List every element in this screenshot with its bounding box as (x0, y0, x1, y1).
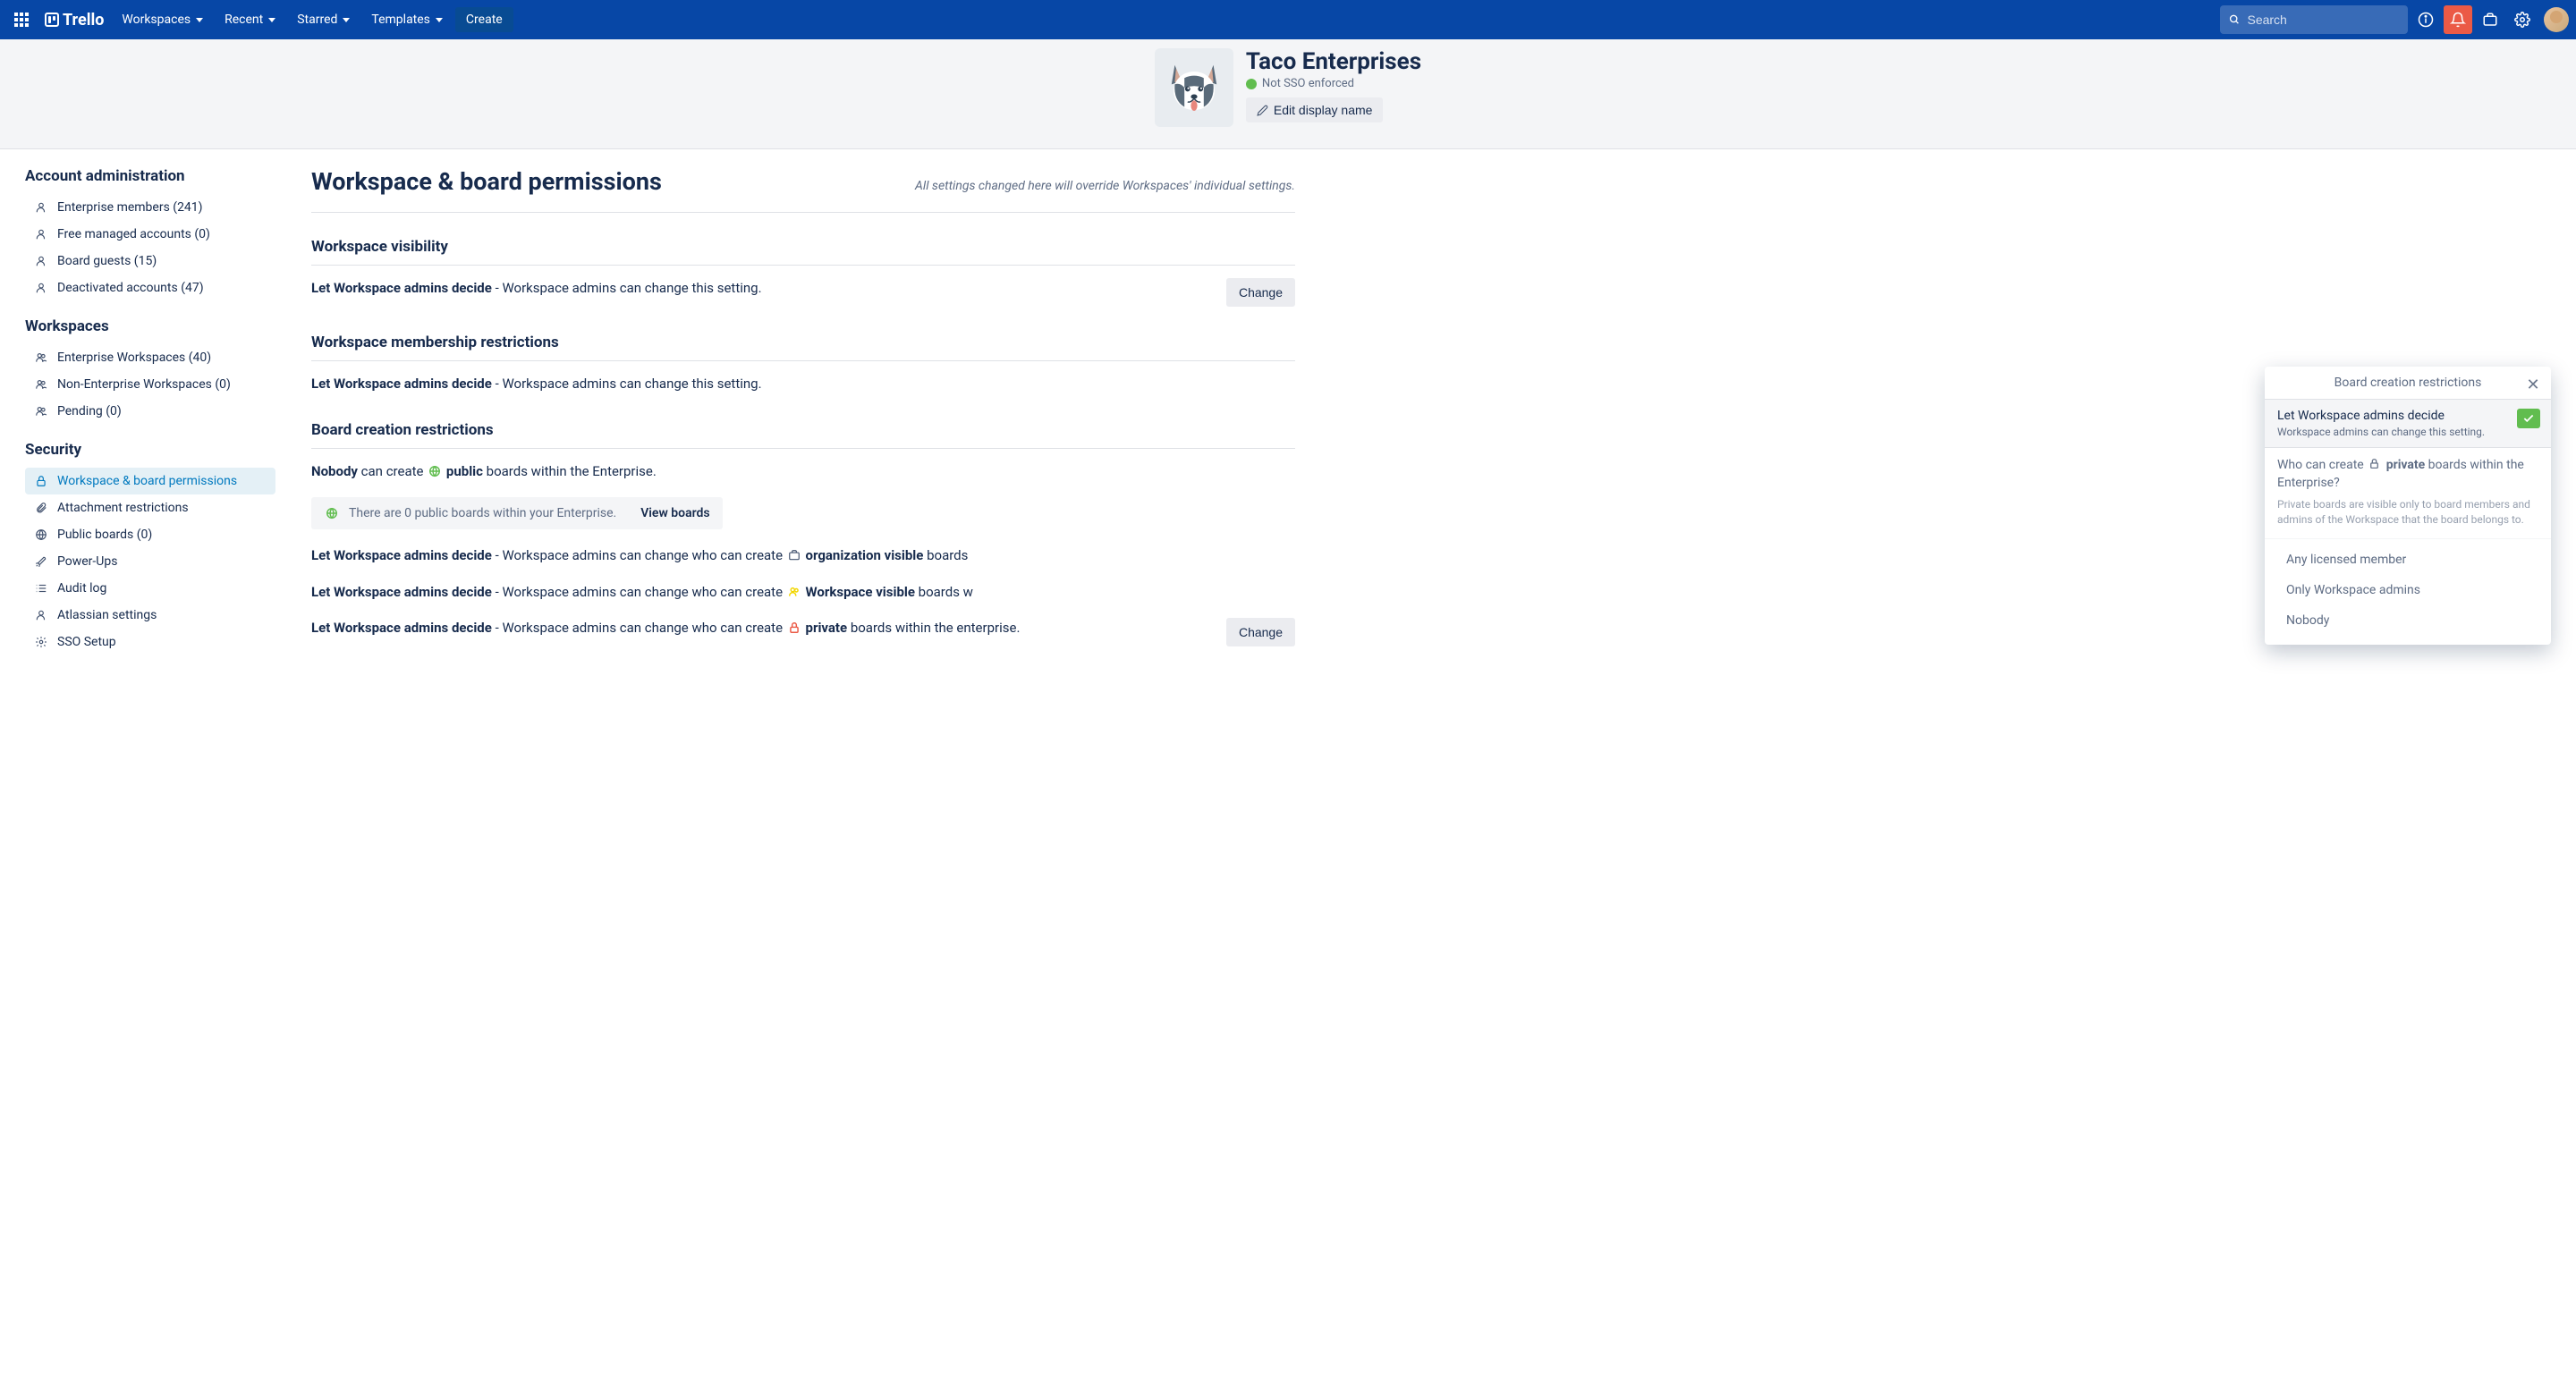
ws-visibility-text: Let Workspace admins decide - Workspace … (311, 278, 762, 299)
trello-logo[interactable]: Trello (39, 11, 109, 30)
user-icon (34, 608, 48, 622)
users-icon (34, 377, 48, 392)
chevron-down-icon (436, 18, 443, 22)
lock-icon (2368, 458, 2381, 470)
change-private-button[interactable]: Change (1226, 618, 1295, 646)
bc-priv-line: Let Workspace admins decide - Workspace … (311, 618, 1020, 638)
sidebar: Account administration Enterprise member… (25, 167, 275, 673)
lock-icon (788, 621, 801, 634)
sidebar-attachment[interactable]: Attachment restrictions (25, 494, 275, 521)
bc-public-line: Nobody can create public boards within t… (311, 461, 1295, 482)
content: Workspace & board permissions All settin… (311, 167, 1295, 673)
change-ws-visibility-button[interactable]: Change (1226, 278, 1295, 307)
popover-header: Board creation restrictions ✕ (2265, 367, 2551, 400)
globe-icon (1246, 79, 1257, 89)
check-icon (2517, 409, 2540, 428)
ws-membership-heading: Workspace membership restrictions (311, 334, 1295, 361)
sidebar-non-enterprise-ws[interactable]: Non-Enterprise Workspaces (0) (25, 371, 275, 398)
bc-wsv-line: Let Workspace admins decide - Workspace … (311, 582, 1295, 603)
user-icon (34, 254, 48, 268)
briefcase-icon (788, 549, 801, 562)
globe-icon (34, 528, 48, 542)
list-icon (34, 581, 48, 596)
rocket-icon (34, 554, 48, 569)
apps-menu-icon[interactable] (7, 5, 36, 34)
nav-workspaces[interactable]: Workspaces (113, 7, 212, 32)
chevron-down-icon (196, 18, 203, 22)
board-creation-popover: Board creation restrictions ✕ Let Worksp… (2265, 367, 2551, 645)
user-icon (34, 200, 48, 215)
search-box[interactable] (2220, 5, 2408, 34)
ws-membership-text: Let Workspace admins decide - Workspace … (311, 374, 762, 394)
sidebar-enterprise-members[interactable]: Enterprise members (241) (25, 194, 275, 221)
bc-org-line: Let Workspace admins decide - Workspace … (311, 545, 1295, 566)
nav-starred[interactable]: Starred (288, 7, 359, 32)
popover-option-selected[interactable]: Let Workspace admins decide Workspace ad… (2265, 400, 2551, 448)
popover-question: Who can create private boards within the… (2265, 448, 2551, 497)
sidebar-pending[interactable]: Pending (0) (25, 398, 275, 425)
attachment-icon (34, 501, 48, 515)
sb-heading-account: Account administration (25, 167, 275, 185)
lock-icon (34, 474, 48, 488)
sidebar-audit-log[interactable]: Audit log (25, 575, 275, 602)
sidebar-sso-setup[interactable]: SSO Setup (25, 629, 275, 655)
husky-icon (1162, 55, 1226, 120)
sb-heading-security: Security (25, 441, 275, 459)
globe-icon (326, 507, 338, 520)
sidebar-ws-board-perms[interactable]: Workspace & board permissions (25, 468, 275, 494)
popover-opt-ws-admins[interactable]: Only Workspace admins (2265, 575, 2551, 605)
sidebar-atlassian[interactable]: Atlassian settings (25, 602, 275, 629)
gear-icon (34, 635, 48, 649)
ws-visibility-heading: Workspace visibility (311, 238, 1295, 266)
sidebar-board-guests[interactable]: Board guests (15) (25, 248, 275, 275)
view-boards-link[interactable]: View boards (640, 506, 709, 520)
info-box: There are 0 public boards within your En… (311, 497, 723, 529)
users-icon (34, 404, 48, 418)
org-name: Taco Enterprises (1246, 48, 1421, 75)
users-icon (34, 351, 48, 365)
chevron-down-icon (343, 18, 350, 22)
org-header: Taco Enterprises Not SSO enforced Edit d… (0, 39, 2576, 149)
search-input[interactable] (2247, 13, 2399, 27)
sidebar-free-managed[interactable]: Free managed accounts (0) (25, 221, 275, 248)
user-icon (34, 281, 48, 295)
pencil-icon (1257, 105, 1268, 116)
board-creation-heading: Board creation restrictions (311, 421, 1295, 449)
create-button[interactable]: Create (455, 7, 513, 32)
sidebar-powerups[interactable]: Power-Ups (25, 548, 275, 575)
close-icon[interactable]: ✕ (2524, 376, 2542, 393)
info-icon[interactable] (2411, 5, 2440, 34)
org-logo (1155, 48, 1233, 127)
globe-icon (428, 465, 441, 477)
user-icon (34, 227, 48, 241)
page-title: Workspace & board permissions (311, 167, 662, 196)
sidebar-deactivated[interactable]: Deactivated accounts (47) (25, 275, 275, 301)
popover-help-text: Private boards are visible only to board… (2265, 497, 2551, 539)
edit-name-button[interactable]: Edit display name (1246, 97, 1384, 122)
sidebar-public-boards[interactable]: Public boards (0) (25, 521, 275, 548)
notification-icon[interactable] (2444, 5, 2472, 34)
search-icon (2229, 13, 2240, 26)
nav-recent[interactable]: Recent (216, 7, 284, 32)
popover-opt-any-licensed[interactable]: Any licensed member (2265, 545, 2551, 575)
sb-heading-workspaces: Workspaces (25, 317, 275, 335)
page-note: All settings changed here will override … (915, 179, 1295, 193)
brand-text: Trello (63, 11, 104, 30)
sidebar-enterprise-ws[interactable]: Enterprise Workspaces (40) (25, 344, 275, 371)
popover-opt-nobody[interactable]: Nobody (2265, 605, 2551, 636)
chevron-down-icon (268, 18, 275, 22)
users-icon (788, 586, 801, 598)
top-nav: Trello Workspaces Recent Starred Templat… (0, 0, 2576, 39)
sso-status: Not SSO enforced (1246, 77, 1421, 90)
user-avatar[interactable] (2544, 7, 2569, 32)
nav-templates[interactable]: Templates (362, 7, 452, 32)
settings-icon[interactable] (2508, 5, 2537, 34)
briefcase-icon[interactable] (2476, 5, 2504, 34)
